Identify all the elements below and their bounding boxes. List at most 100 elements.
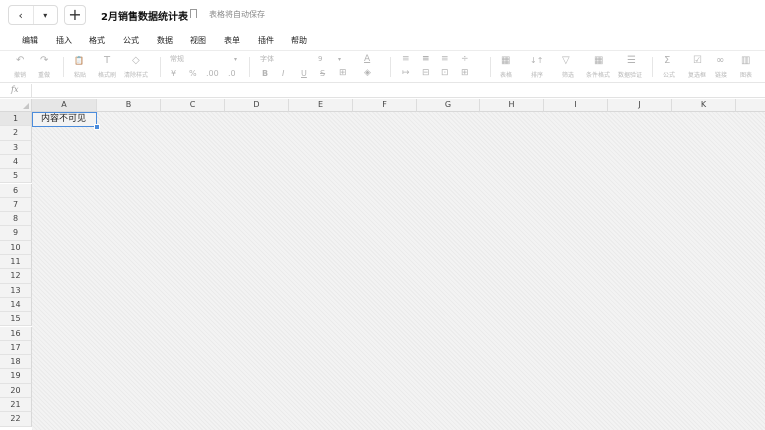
function-icon: fx — [11, 85, 19, 94]
row-header[interactable]: 12 — [0, 269, 32, 284]
align-center-icon[interactable]: ≡ — [422, 54, 430, 64]
menu-help[interactable]: 帮助 — [291, 35, 307, 46]
merge-cells-icon[interactable]: ⊟ — [422, 68, 430, 78]
column-header[interactable] — [736, 99, 765, 112]
undo-icon: ↶ — [16, 55, 25, 66]
row-header[interactable]: 20 — [0, 383, 32, 398]
link-icon: ∞ — [716, 55, 725, 66]
fill-color-icon[interactable]: ◈ — [364, 68, 371, 78]
menu-insert[interactable]: 插入 — [56, 35, 72, 46]
clipboard-icon: 📋 — [74, 56, 84, 65]
bookmark-icon[interactable] — [190, 9, 197, 18]
row-header[interactable]: 10 — [0, 240, 32, 255]
validation-icon: ☰ — [627, 55, 636, 66]
fill-handle[interactable] — [94, 124, 100, 130]
column-header[interactable]: F — [353, 99, 417, 112]
menu-formula[interactable]: 公式 — [123, 35, 139, 46]
menu-form[interactable]: 表单 — [224, 35, 240, 46]
sort-icon: ↓↑ — [530, 56, 544, 65]
chevron-down-icon: ▾ — [234, 56, 238, 63]
menu-format[interactable]: 格式 — [89, 35, 105, 46]
currency-button[interactable]: ¥ — [171, 69, 176, 78]
freeze-icon[interactable]: ⊡ — [441, 68, 449, 78]
conditional-format-icon: ▦ — [594, 55, 604, 66]
format-painter-icon: T — [104, 55, 111, 66]
row-header[interactable]: 16 — [0, 326, 32, 341]
align-left-icon[interactable]: ≡ — [402, 54, 410, 64]
row-header[interactable]: 6 — [0, 183, 32, 198]
row-header[interactable]: 3 — [0, 140, 32, 155]
row-header[interactable]: 11 — [0, 255, 32, 270]
new-document-button[interactable]: + — [64, 5, 86, 25]
row-header[interactable]: 8 — [0, 212, 32, 227]
wrap-text-icon[interactable]: ↦ — [402, 68, 410, 78]
chevron-down-icon: ▾ — [338, 56, 342, 63]
row-header[interactable]: 15 — [0, 312, 32, 327]
selected-cell-a1[interactable]: 内容不可见 — [32, 112, 97, 127]
row-header[interactable]: 21 — [0, 398, 32, 413]
document-title[interactable]: 2月销售数据统计表 — [101, 8, 188, 23]
column-header[interactable]: E — [289, 99, 353, 112]
row-header[interactable]: 13 — [0, 283, 32, 298]
row-header[interactable]: 1 — [0, 112, 32, 127]
strikethrough-button[interactable]: S — [320, 69, 325, 78]
column-header[interactable]: G — [417, 99, 480, 112]
nav-button-group: ‹ ▾ — [8, 5, 58, 25]
autosave-status: 表格将自动保存 — [209, 10, 265, 19]
menu-view[interactable]: 视图 — [190, 35, 206, 46]
row-header[interactable]: 9 — [0, 226, 32, 241]
divider — [63, 57, 64, 77]
percent-button[interactable]: % — [189, 69, 197, 78]
align-right-icon[interactable]: ≡ — [441, 54, 449, 64]
menu-plugins[interactable]: 插件 — [258, 35, 274, 46]
chevron-down-icon[interactable]: ▾ — [32, 6, 58, 24]
table-icon: ▦ — [501, 55, 511, 66]
font-color-button[interactable]: A — [364, 54, 370, 64]
back-icon[interactable]: ‹ — [9, 6, 33, 24]
column-header[interactable]: H — [480, 99, 544, 112]
menu-bar: 编辑 插入 格式 公式 数据 视图 表单 插件 帮助 — [0, 31, 765, 49]
italic-button[interactable]: I — [282, 69, 284, 78]
insert-icon[interactable]: ⊞ — [461, 68, 469, 78]
column-header[interactable]: B — [97, 99, 161, 112]
row-header[interactable]: 4 — [0, 154, 32, 170]
title-bar: ‹ ▾ + 2月销售数据统计表 表格将自动保存 — [0, 0, 765, 31]
vertical-align-icon[interactable]: ÷ — [461, 54, 469, 64]
column-header[interactable]: A — [32, 99, 97, 112]
divider — [652, 57, 653, 77]
border-icon[interactable]: ⊞ — [339, 68, 347, 78]
column-header[interactable]: D — [225, 99, 289, 112]
row-header[interactable]: 7 — [0, 197, 32, 213]
select-all-corner[interactable] — [0, 99, 32, 112]
divider — [249, 57, 250, 77]
row-header[interactable]: 22 — [0, 412, 32, 427]
bold-button[interactable]: B — [262, 69, 268, 78]
checkbox-icon: ☑ — [693, 55, 702, 66]
row-header[interactable]: 2 — [0, 126, 32, 141]
column-header[interactable]: J — [608, 99, 672, 112]
increase-decimal-button[interactable]: .0 — [228, 69, 236, 78]
redo-icon: ↷ — [40, 55, 49, 66]
menu-edit[interactable]: 编辑 — [22, 35, 38, 46]
row-header[interactable]: 19 — [0, 369, 32, 384]
divider — [160, 57, 161, 77]
sigma-icon: Σ — [664, 55, 671, 66]
row-header[interactable]: 17 — [0, 340, 32, 356]
column-header[interactable]: C — [161, 99, 225, 112]
row-header[interactable]: 14 — [0, 297, 32, 313]
menu-data[interactable]: 数据 — [157, 35, 173, 46]
spreadsheet-grid: A B C D E F G H I J K 1 2 3 4 5 6 7 8 9 … — [0, 99, 765, 430]
column-header[interactable]: I — [544, 99, 608, 112]
column-header[interactable]: K — [672, 99, 736, 112]
divider — [390, 57, 391, 77]
row-header[interactable]: 5 — [0, 169, 32, 184]
row-header[interactable]: 18 — [0, 355, 32, 370]
eraser-icon: ◇ — [132, 55, 140, 66]
formula-bar: fx — [0, 84, 765, 98]
divider — [490, 57, 491, 77]
cell-area[interactable] — [32, 112, 765, 430]
toolbar: ↶ 撤销 ↷ 重做 📋 粘贴 T 格式刷 ◇ 清除样式 常规 ▾ ¥ % .00… — [0, 50, 765, 83]
filter-icon: ▽ — [562, 55, 570, 66]
underline-button[interactable]: U — [301, 69, 307, 78]
decrease-decimal-button[interactable]: .00 — [206, 69, 219, 78]
